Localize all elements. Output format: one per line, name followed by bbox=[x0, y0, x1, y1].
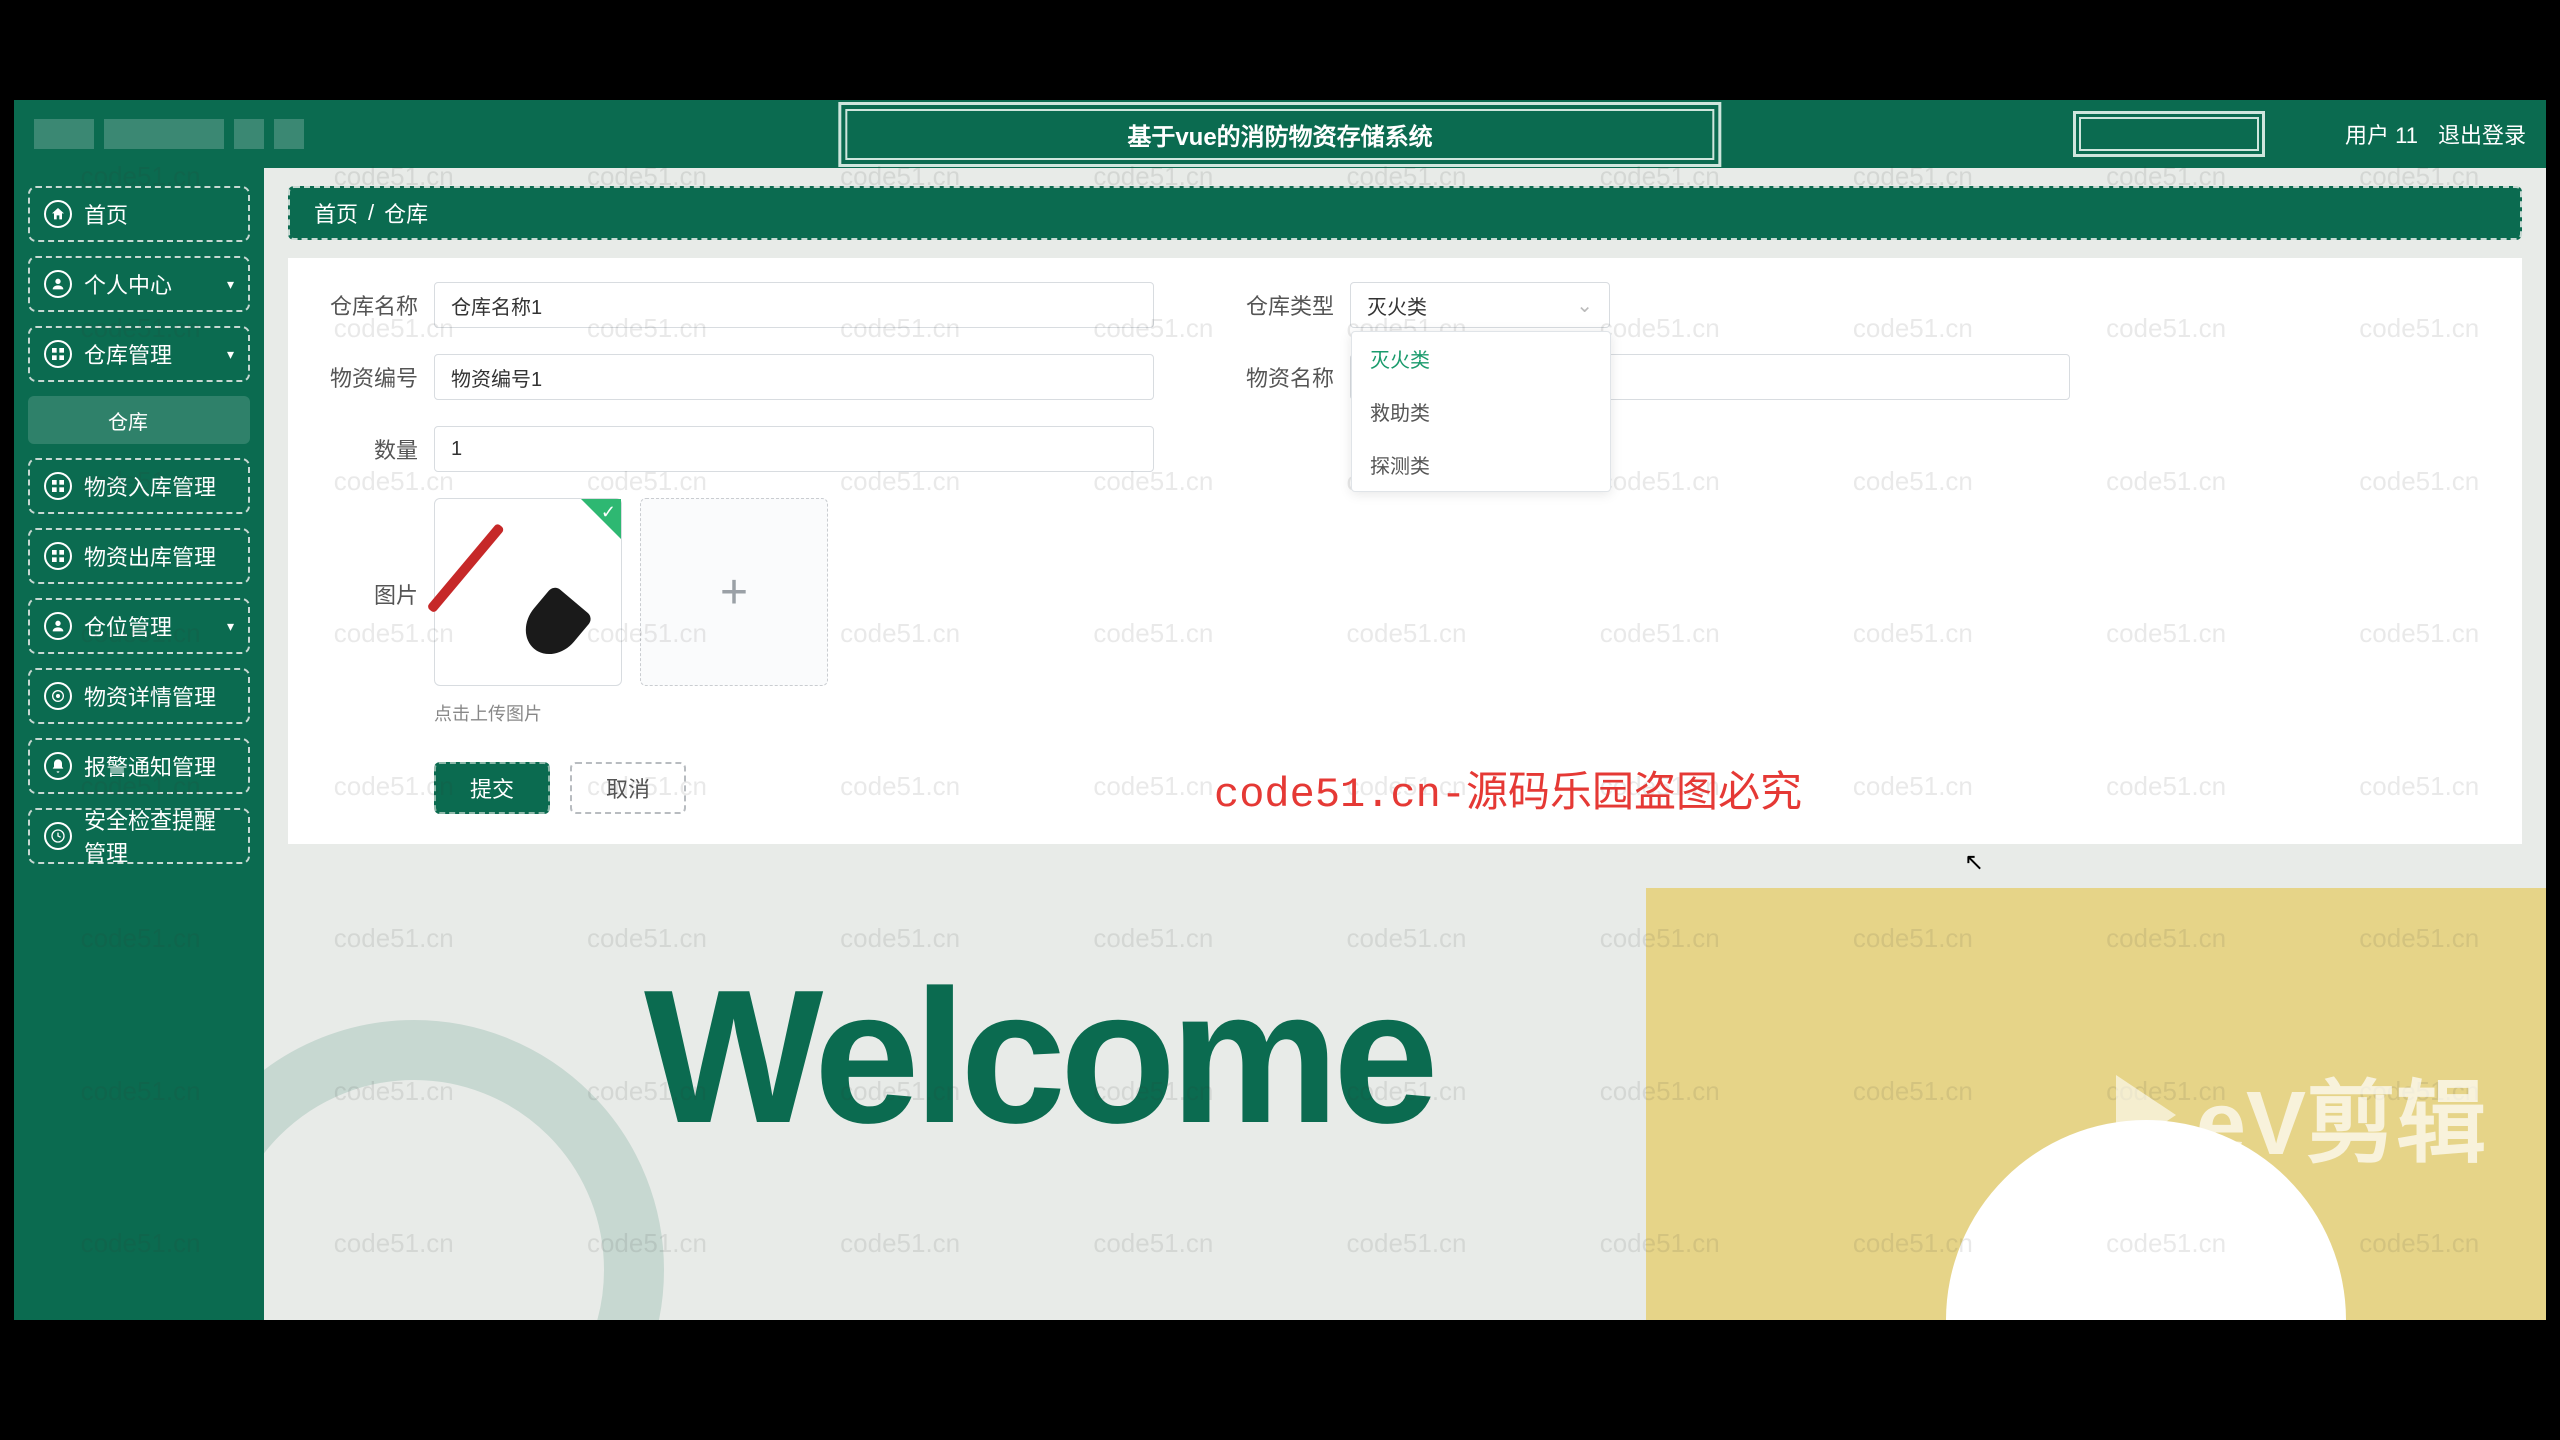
label-warehouse-name: 仓库名称 bbox=[318, 289, 418, 321]
label-material-code: 物资编号 bbox=[318, 361, 418, 393]
sidebar-label: 仓库 bbox=[108, 406, 148, 435]
sidebar-label: 安全检查提醒管理 bbox=[84, 804, 234, 868]
watermark-center: code51.cn-源码乐园盗图必究 bbox=[1214, 758, 1802, 819]
label-material-name: 物资名称 bbox=[1234, 361, 1334, 393]
dropdown-option[interactable]: 探测类 bbox=[1352, 438, 1610, 491]
dropdown-option[interactable]: 救助类 bbox=[1352, 385, 1610, 438]
sidebar-label: 首页 bbox=[84, 198, 128, 230]
sidebar-label: 个人中心 bbox=[84, 268, 172, 300]
breadcrumb-home[interactable]: 首页 bbox=[314, 197, 358, 229]
form-panel: 仓库名称 仓库类型 灭火类 ⌄ 灭火类 救助类 探测类 bbox=[288, 258, 2522, 844]
sidebar-item-warehouse[interactable]: 仓库 bbox=[28, 396, 250, 444]
header-bar: 基于vue的消防物资存储系统 用户 11 退出登录 bbox=[14, 100, 2546, 168]
clock-icon bbox=[44, 822, 72, 850]
input-warehouse-name[interactable] bbox=[434, 282, 1154, 328]
submit-button[interactable]: 提交 bbox=[434, 762, 550, 814]
sidebar-item-home[interactable]: 首页 bbox=[28, 186, 250, 242]
grid-icon bbox=[44, 542, 72, 570]
sidebar-label: 物资出库管理 bbox=[84, 540, 216, 572]
select-value: 灭火类 bbox=[1367, 291, 1427, 320]
sidebar-item-profile[interactable]: 个人中心 ▾ bbox=[28, 256, 250, 312]
sidebar-item-inbound[interactable]: 物资入库管理 bbox=[28, 458, 250, 514]
target-icon bbox=[44, 682, 72, 710]
user-icon bbox=[44, 612, 72, 640]
sidebar-item-warehouse-mgmt[interactable]: 仓库管理 ▾ bbox=[28, 326, 250, 382]
label-image: 图片 bbox=[318, 578, 418, 610]
breadcrumb-sep: / bbox=[368, 200, 374, 226]
label-warehouse-type: 仓库类型 bbox=[1234, 289, 1334, 321]
logout-link[interactable]: 退出登录 bbox=[2438, 118, 2526, 150]
sidebar: 首页 个人中心 ▾ 仓库管理 ▾ 仓库 物资入库管理 物资出库管理 bbox=[14, 168, 264, 1320]
shovel-image bbox=[458, 522, 598, 662]
grid-icon bbox=[44, 340, 72, 368]
chevron-down-icon: ▾ bbox=[227, 276, 234, 293]
chevron-down-icon: ⌄ bbox=[1576, 293, 1593, 318]
sidebar-label: 物资入库管理 bbox=[84, 470, 216, 502]
input-material-code[interactable] bbox=[434, 354, 1154, 400]
input-quantity[interactable] bbox=[434, 426, 1154, 472]
sidebar-item-alarm[interactable]: 报警通知管理 bbox=[28, 738, 250, 794]
ev-logo: eV剪辑 bbox=[2116, 1050, 2486, 1180]
sidebar-label: 仓位管理 bbox=[84, 610, 172, 642]
dropdown-warehouse-type: 灭火类 救助类 探测类 bbox=[1351, 331, 1611, 492]
app-viewport: 基于vue的消防物资存储系统 用户 11 退出登录 首页 个人中心 ▾ 仓库管理… bbox=[14, 100, 2546, 1320]
header-title-wrap: 基于vue的消防物资存储系统 bbox=[838, 102, 1721, 167]
breadcrumb: 首页 / 仓库 bbox=[288, 186, 2522, 240]
breadcrumb-current: 仓库 bbox=[384, 197, 428, 229]
sidebar-item-safety[interactable]: 安全检查提醒管理 bbox=[28, 808, 250, 864]
label-quantity: 数量 bbox=[318, 433, 418, 465]
header-left-deco bbox=[34, 119, 304, 149]
sidebar-item-slot-mgmt[interactable]: 仓位管理 ▾ bbox=[28, 598, 250, 654]
dropdown-option[interactable]: 灭火类 bbox=[1352, 332, 1610, 385]
sidebar-label: 物资详情管理 bbox=[84, 680, 216, 712]
grid-icon bbox=[44, 472, 72, 500]
chevron-down-icon: ▾ bbox=[227, 346, 234, 363]
upload-hint: 点击上传图片 bbox=[434, 700, 2492, 726]
main-content: 首页 / 仓库 仓库名称 仓库类型 灭火类 ⌄ bbox=[264, 168, 2546, 1320]
user-icon bbox=[44, 270, 72, 298]
check-icon: ✓ bbox=[601, 502, 616, 523]
app-title: 基于vue的消防物资存储系统 bbox=[845, 109, 1714, 160]
sidebar-item-outbound[interactable]: 物资出库管理 bbox=[28, 528, 250, 584]
chevron-down-icon: ▾ bbox=[227, 618, 234, 635]
image-thumbnail[interactable]: ✓ bbox=[434, 498, 622, 686]
play-icon bbox=[2116, 1075, 2176, 1155]
home-icon bbox=[44, 200, 72, 228]
select-warehouse-type[interactable]: 灭火类 ⌄ 灭火类 救助类 探测类 bbox=[1350, 282, 1610, 328]
sidebar-label: 报警通知管理 bbox=[84, 750, 216, 782]
sidebar-item-material-detail[interactable]: 物资详情管理 bbox=[28, 668, 250, 724]
user-label[interactable]: 用户 11 bbox=[2345, 118, 2418, 150]
header-deco-frame bbox=[2073, 111, 2265, 157]
welcome-text: Welcome bbox=[644, 948, 1433, 1166]
add-image-button[interactable]: + bbox=[640, 498, 828, 686]
cancel-button[interactable]: 取消 bbox=[570, 762, 686, 814]
bell-icon bbox=[44, 752, 72, 780]
sidebar-label: 仓库管理 bbox=[84, 338, 172, 370]
mouse-cursor: ↖ bbox=[1964, 848, 1984, 877]
bg-decoration bbox=[264, 1020, 664, 1320]
